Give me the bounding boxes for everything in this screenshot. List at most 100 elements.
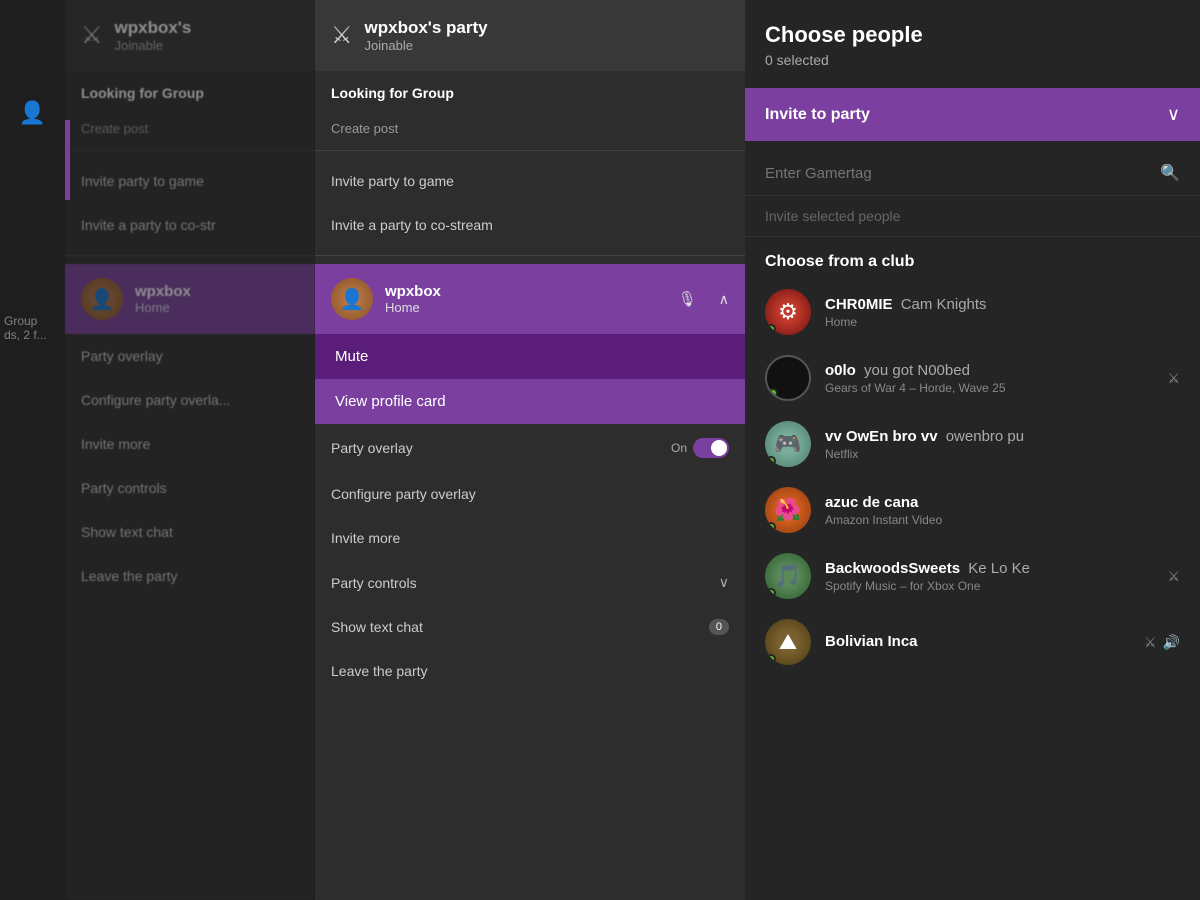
panel2-user-card[interactable]: 👤 wpxbox Home 🎙 ∧ <box>315 264 745 334</box>
invite-dropdown[interactable]: Invite to party ∨ <box>745 88 1200 141</box>
friend-name: o0lo you got N00bed <box>825 362 1153 379</box>
panel2-divider <box>315 150 745 151</box>
chevron-down-icon: ∨ <box>1167 104 1180 125</box>
panel1-invite-co-stream[interactable]: Invite a party to co-str <box>65 203 315 247</box>
friend-avatar: 🎮 <box>765 421 811 467</box>
panel2-party-overlay-label: Party overlay <box>331 440 413 456</box>
friend-avatar: ⛰ <box>765 619 811 665</box>
chat-badge: 0 <box>709 619 729 635</box>
friend-detail: Netflix <box>825 447 1180 461</box>
friend-detail: Spotify Music – for Xbox One <box>825 579 1153 593</box>
panel1-party-overlay[interactable]: Party overlay <box>65 334 315 378</box>
group-info-left: Group ds, 2 f... <box>0 310 65 346</box>
chevron-down-icon: ∨ <box>719 574 729 591</box>
friend-icons: ⚔ <box>1167 568 1180 585</box>
panel1-show-text-chat[interactable]: Show text chat <box>65 510 315 554</box>
online-dot <box>766 456 776 466</box>
toggle-on-label: On <box>671 441 687 455</box>
panel2-divider2 <box>315 255 745 256</box>
panel2-invite-co-stream[interactable]: Invite a party to co-stream <box>315 203 745 247</box>
friend-name: CHR0MIE Cam Knights <box>825 296 1180 313</box>
friend-item[interactable]: 🌺 azuc de cana Amazon Instant Video <box>745 477 1200 543</box>
chevron-up-icon[interactable]: ∧ <box>719 291 729 308</box>
online-dot <box>766 588 776 598</box>
panel1-looking-for-group[interactable]: Looking for Group <box>65 71 315 115</box>
gamertag-input[interactable] <box>765 165 1150 182</box>
panel2-configure-overlay[interactable]: Configure party overlay <box>315 472 745 516</box>
panel2-avatar: 👤 <box>331 278 373 320</box>
friend-detail: Amazon Instant Video <box>825 513 1180 527</box>
friend-name: azuc de cana <box>825 494 1180 511</box>
panel2-user-status: Home <box>385 300 441 315</box>
gamertag-row[interactable]: 🔍 <box>745 151 1200 196</box>
right-panel-subtitle: 0 selected <box>765 52 1180 68</box>
panel1-create-post[interactable]: Create post <box>65 115 315 142</box>
panel1-icon: ⚔ <box>81 21 103 50</box>
toggle-overlay[interactable]: On <box>671 438 729 458</box>
friend-icons: ⚔ <box>1167 370 1180 387</box>
friend-name: BackwoodsSweets Ke Lo Ke <box>825 560 1153 577</box>
online-dot <box>768 388 778 398</box>
panel2-subtitle: Joinable <box>365 38 488 53</box>
online-dot <box>766 522 776 532</box>
panel2-show-text-chat[interactable]: Show text chat 0 <box>315 605 745 649</box>
panel-1: ⚔ wpxbox's Joinable Looking for Group Cr… <box>65 0 315 900</box>
invite-selected-label[interactable]: Invite selected people <box>745 196 1200 237</box>
friend-item[interactable]: 🎵 BackwoodsSweets Ke Lo Ke Spotify Music… <box>745 543 1200 609</box>
search-icon: 🔍 <box>1160 163 1180 183</box>
friend-detail: Gears of War 4 – Horde, Wave 25 <box>825 381 1153 395</box>
context-mute[interactable]: Mute <box>315 334 745 379</box>
friend-item[interactable]: 🎮 vv OwEn bro vv owenbro pu Netflix <box>745 411 1200 477</box>
panel1-configure-overlay[interactable]: Configure party overla... <box>65 378 315 422</box>
panel1-leave-party[interactable]: Leave the party <box>65 554 315 598</box>
friend-avatar <box>765 355 811 401</box>
panel2-invite-party-game[interactable]: Invite party to game <box>315 159 745 203</box>
panel2-icon: ⚔ <box>331 21 353 50</box>
nav-player-icon[interactable]: 👤 <box>0 80 65 145</box>
choose-from-club-label: Choose from a club <box>745 237 1200 279</box>
panel1-divider <box>65 150 315 151</box>
panel2-looking-for-group[interactable]: Looking for Group <box>315 71 745 115</box>
panel1-divider2 <box>65 255 315 256</box>
friend-avatar: 🎵 <box>765 553 811 599</box>
panel2-header: ⚔ wpxbox's party Joinable <box>315 0 745 71</box>
panel1-invite-party-game[interactable]: Invite party to game <box>65 159 315 203</box>
panel1-avatar: 👤 <box>81 278 123 320</box>
panel1-party-controls[interactable]: Party controls <box>65 466 315 510</box>
panel1-subtitle: Joinable <box>115 38 192 53</box>
friend-name: vv OwEn bro vv owenbro pu <box>825 428 1180 445</box>
friend-item[interactable]: o0lo you got N00bed Gears of War 4 – Hor… <box>745 345 1200 411</box>
panel-2: ⚔ wpxbox's party Joinable Looking for Gr… <box>315 0 745 900</box>
panel1-user-card[interactable]: 👤 wpxbox Home <box>65 264 315 334</box>
friend-detail: Home <box>825 315 1180 329</box>
panel2-create-post[interactable]: Create post <box>315 115 745 142</box>
friend-avatar: 🌺 <box>765 487 811 533</box>
panel1-header: ⚔ wpxbox's Joinable <box>65 0 315 71</box>
panel2-party-overlay-row[interactable]: Party overlay On <box>315 424 745 472</box>
active-indicator <box>65 120 70 200</box>
mic-icon: 🎙 <box>678 290 697 308</box>
invite-dropdown-label: Invite to party <box>765 106 870 124</box>
player-nav-icon: 👤 <box>19 100 46 126</box>
right-panel-header: Choose people 0 selected <box>745 0 1200 78</box>
panel1-user-status: Home <box>135 300 191 315</box>
online-dot <box>766 654 776 664</box>
panel1-user-name: wpxbox <box>135 283 191 300</box>
friend-name: Bolivian Inca <box>825 633 1130 650</box>
friend-item[interactable]: ⛰ Bolivian Inca ⚔ 🔊 <box>745 609 1200 675</box>
friend-icons: ⚔ 🔊 <box>1144 634 1180 651</box>
toggle-switch[interactable] <box>693 438 729 458</box>
panel2-invite-more[interactable]: Invite more <box>315 516 745 560</box>
context-view-profile[interactable]: View profile card <box>315 379 745 424</box>
panel2-user-name: wpxbox <box>385 283 441 300</box>
panel1-title: wpxbox's <box>115 18 192 38</box>
friend-avatar: ⚙ <box>765 289 811 335</box>
panel2-party-controls[interactable]: Party controls ∨ <box>315 560 745 605</box>
panel1-invite-more[interactable]: Invite more <box>65 422 315 466</box>
right-panel-title: Choose people <box>765 22 1180 48</box>
online-dot <box>766 324 776 334</box>
panel2-leave-party[interactable]: Leave the party <box>315 649 745 693</box>
friend-item[interactable]: ⚙ CHR0MIE Cam Knights Home <box>745 279 1200 345</box>
friends-list: ⚙ CHR0MIE Cam Knights Home o0lo you got … <box>745 279 1200 675</box>
panel2-title: wpxbox's party <box>365 18 488 38</box>
